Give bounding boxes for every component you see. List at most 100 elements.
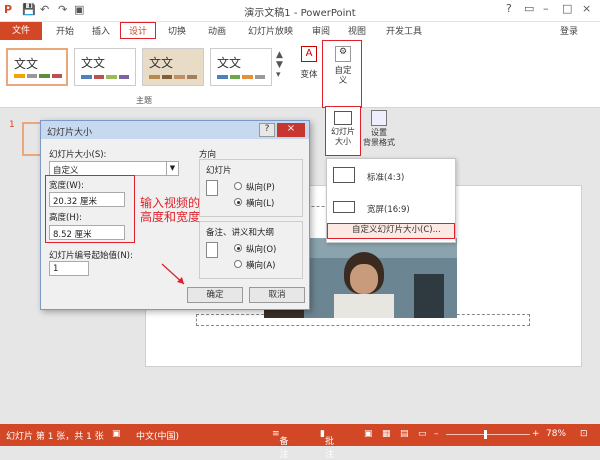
- zoom-level[interactable]: 78%: [546, 429, 566, 439]
- ok-button[interactable]: 确定: [187, 287, 243, 303]
- notes-label-text: 备注: [279, 437, 289, 460]
- notes-landscape-radio[interactable]: [234, 260, 242, 268]
- theme-2[interactable]: 文文: [74, 48, 136, 86]
- numbering-value: 1: [53, 264, 59, 274]
- slide-count: 幻灯片 第 1 张，共 1 张: [6, 432, 104, 442]
- numbering-label: 幻灯片编号起始值(N):: [49, 251, 133, 261]
- ribbon-tabs: 文件 开始 插入 设计 切换 动画 幻灯片放映 审阅 视图 开发工具 登录: [0, 22, 600, 40]
- slide-size-label: 幻灯片 大小: [331, 127, 355, 146]
- theme-4[interactable]: 文文: [210, 48, 272, 86]
- ribbon-design: 文文 文文 文文 文文 ▲ ▼ ▾ 主题 A 变体 ⚙ 自定 义: [0, 40, 600, 108]
- notes-orientation-group: 备注、讲义和大纲 纵向(O) 横向(A): [199, 221, 303, 279]
- theme-scroll-icon[interactable]: ▲ ▼ ▾: [276, 50, 283, 80]
- customize-icon: ⚙: [335, 46, 351, 62]
- zoom-out-icon[interactable]: –: [434, 429, 439, 439]
- portrait-label: 纵向(P): [246, 183, 275, 193]
- annotation-text: 输入视频的 高度和宽度: [140, 196, 201, 224]
- tab-animations[interactable]: 动画: [208, 24, 226, 37]
- help-icon[interactable]: ?: [506, 2, 512, 15]
- tab-developer[interactable]: 开发工具: [386, 24, 422, 37]
- reading-view-icon[interactable]: ▤: [400, 429, 409, 439]
- status-bar: 幻灯片 第 1 张，共 1 张 ▣ 中文(中国) ≡ 备注 ▮ 批注 ▣ ▦ ▤…: [0, 424, 600, 460]
- comments-label-text: 批注: [324, 437, 334, 460]
- slide-thumb-number: 1: [9, 120, 15, 130]
- notes-button[interactable]: ≡ 备注: [272, 429, 289, 460]
- language-status[interactable]: 中文(中国): [136, 429, 179, 442]
- slideshow-icon[interactable]: ▭: [418, 429, 427, 439]
- normal-view-icon[interactable]: ▣: [364, 429, 373, 439]
- login-link[interactable]: 登录: [560, 24, 578, 37]
- notes-portrait-icon: [206, 242, 218, 258]
- tab-design[interactable]: 设计: [120, 22, 157, 39]
- height-field[interactable]: 8.52 厘米: [49, 225, 125, 240]
- tab-review[interactable]: 审阅: [312, 24, 330, 37]
- landscape-label: 横向(L): [246, 199, 275, 209]
- cancel-button[interactable]: 取消: [249, 287, 305, 303]
- widescreen-size-icon: [333, 201, 355, 213]
- group-themes-label: 主题: [136, 96, 152, 105]
- title-bar: P 💾 ↶ ↷ ▣ 演示文稿1 - PowerPoint ? ▭ – □ ×: [0, 0, 600, 22]
- tab-slideshow[interactable]: 幻灯片放映: [248, 24, 293, 37]
- slide-sorter-icon[interactable]: ▦: [382, 429, 391, 439]
- standard-size-icon: [333, 167, 355, 183]
- width-value: 20.32 厘米: [53, 197, 98, 207]
- menu-item-custom-size[interactable]: 自定义幻灯片大小(C)...: [327, 223, 455, 239]
- height-label: 高度(H):: [49, 213, 82, 223]
- notes-landscape-label: 横向(A): [246, 261, 276, 271]
- customize-button[interactable]: ⚙ 自定 义: [328, 46, 358, 86]
- variants-label: 变体: [300, 70, 318, 80]
- annotation-arrow: [161, 263, 185, 285]
- width-label: 宽度(W):: [49, 181, 84, 191]
- variants-button[interactable]: A 变体: [298, 46, 320, 80]
- notes-portrait-label: 纵向(O): [246, 245, 277, 255]
- customize-label: 自定 义: [334, 66, 352, 86]
- dialog-title-text: 幻灯片大小: [47, 128, 93, 138]
- height-value: 8.52 厘米: [53, 230, 92, 240]
- theme-3[interactable]: 文文: [142, 48, 204, 86]
- slide-size-select[interactable]: 自定义 ▼: [49, 161, 179, 176]
- fit-to-window-icon[interactable]: ⊡: [580, 429, 588, 439]
- landscape-radio[interactable]: [234, 198, 242, 206]
- theme-label: 文文: [14, 57, 39, 71]
- tab-home[interactable]: 开始: [56, 24, 74, 37]
- close-icon[interactable]: ×: [582, 2, 591, 15]
- numbering-field[interactable]: 1: [49, 261, 89, 276]
- notes-portrait-radio[interactable]: [234, 244, 242, 252]
- portrait-radio[interactable]: [234, 182, 242, 190]
- variant-icon: A: [301, 46, 317, 62]
- slides-orientation-group: 幻灯片 纵向(P) 横向(L): [199, 159, 303, 217]
- format-background-button[interactable]: 设置 背景格式: [362, 108, 396, 156]
- format-background-icon: [371, 110, 387, 126]
- tab-view[interactable]: 视图: [348, 24, 366, 37]
- width-field[interactable]: 20.32 厘米: [49, 192, 125, 207]
- menu-item-widescreen[interactable]: 宽屏(16:9): [367, 203, 410, 215]
- theme-1[interactable]: 文文: [6, 48, 68, 86]
- theme-label: 文文: [81, 56, 106, 70]
- maximize-icon[interactable]: □: [562, 2, 572, 15]
- format-background-label: 设置 背景格式: [363, 128, 395, 147]
- slide-thumbnail[interactable]: [22, 122, 40, 156]
- slide-size-menu: 标准(4:3) 宽屏(16:9) 自定义幻灯片大小(C)...: [326, 158, 456, 243]
- theme-label: 文文: [217, 56, 242, 70]
- slide-size-button[interactable]: 幻灯片 大小: [325, 106, 361, 156]
- spellcheck-icon[interactable]: ▣: [112, 429, 121, 439]
- zoom-in-icon[interactable]: +: [532, 429, 540, 439]
- notes-label: 备注、讲义和大纲: [206, 228, 275, 238]
- dialog-close-button[interactable]: ×: [277, 123, 305, 137]
- slide-size-label: 幻灯片大小(S):: [49, 150, 107, 160]
- slide-thumbnail-pane: 1: [0, 108, 40, 424]
- chevron-down-icon: ▼: [166, 162, 178, 175]
- menu-item-standard[interactable]: 标准(4:3): [367, 171, 404, 183]
- zoom-slider-thumb[interactable]: [484, 430, 487, 439]
- slide-size-icon: [334, 111, 352, 125]
- dialog-help-button[interactable]: ?: [259, 123, 275, 137]
- ribbon-display-icon[interactable]: ▭: [524, 2, 534, 15]
- tab-insert[interactable]: 插入: [92, 24, 110, 37]
- comments-button[interactable]: ▮ 批注: [320, 429, 334, 460]
- tab-transitions[interactable]: 切换: [168, 24, 186, 37]
- portrait-icon: [206, 180, 218, 196]
- slides-label: 幻灯片: [206, 166, 232, 176]
- minimize-icon[interactable]: –: [543, 2, 549, 15]
- tab-file[interactable]: 文件: [0, 22, 42, 40]
- zoom-slider[interactable]: [446, 434, 530, 435]
